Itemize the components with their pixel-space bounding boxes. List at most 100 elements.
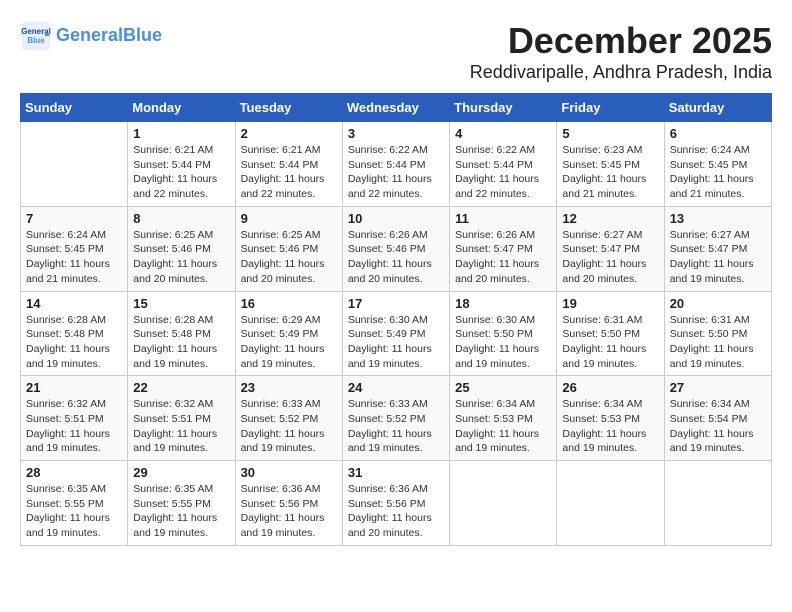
calendar-cell: 31 Sunrise: 6:36 AM Sunset: 5:56 PM Dayli… (342, 461, 449, 546)
day-info: Sunrise: 6:25 AM Sunset: 5:46 PM Dayligh… (241, 228, 337, 287)
day-info: Sunrise: 6:28 AM Sunset: 5:48 PM Dayligh… (26, 313, 122, 372)
day-info: Sunrise: 6:31 AM Sunset: 5:50 PM Dayligh… (670, 313, 766, 372)
day-number: 9 (241, 211, 337, 226)
calendar-cell: 23 Sunrise: 6:33 AM Sunset: 5:52 PM Dayli… (235, 376, 342, 461)
day-number: 11 (455, 211, 551, 226)
day-number: 15 (133, 296, 229, 311)
day-number: 23 (241, 380, 337, 395)
day-header-wednesday: Wednesday (342, 94, 449, 122)
calendar-cell (557, 461, 664, 546)
logo-line1: General (56, 25, 123, 45)
day-info: Sunrise: 6:24 AM Sunset: 5:45 PM Dayligh… (26, 228, 122, 287)
calendar-cell: 21 Sunrise: 6:32 AM Sunset: 5:51 PM Dayli… (21, 376, 128, 461)
day-info: Sunrise: 6:30 AM Sunset: 5:49 PM Dayligh… (348, 313, 444, 372)
calendar-cell: 24Sunrise: 6:33 AM Sunset: 5:52 PM Dayli… (342, 376, 449, 461)
day-info: Sunrise: 6:21 AM Sunset: 5:44 PM Dayligh… (133, 143, 229, 202)
day-header-saturday: Saturday (664, 94, 771, 122)
day-info: Sunrise: 6:29 AM Sunset: 5:49 PM Dayligh… (241, 313, 337, 372)
calendar-cell: 6Sunrise: 6:24 AM Sunset: 5:45 PM Daylig… (664, 122, 771, 207)
day-info: Sunrise: 6:28 AM Sunset: 5:48 PM Dayligh… (133, 313, 229, 372)
day-number: 20 (670, 296, 766, 311)
day-number: 27 (670, 380, 766, 395)
calendar-cell: 30 Sunrise: 6:36 AM Sunset: 5:56 PM Dayli… (235, 461, 342, 546)
calendar-week-row: 28Sunrise: 6:35 AM Sunset: 5:55 PM Dayli… (21, 461, 772, 546)
calendar-header-row: SundayMondayTuesdayWednesdayThursdayFrid… (21, 94, 772, 122)
day-number: 31 (348, 465, 444, 480)
calendar-cell: 9 Sunrise: 6:25 AM Sunset: 5:46 PM Daylig… (235, 206, 342, 291)
day-number: 2 (241, 126, 337, 141)
day-number: 10 (348, 211, 444, 226)
day-number: 25 (455, 380, 551, 395)
day-number: 5 (562, 126, 658, 141)
day-info: Sunrise: 6:32 AM Sunset: 5:51 PM Dayligh… (133, 397, 229, 456)
calendar: SundayMondayTuesdayWednesdayThursdayFrid… (20, 93, 772, 546)
day-number: 6 (670, 126, 766, 141)
calendar-body: 1 Sunrise: 6:21 AM Sunset: 5:44 PM Daylig… (21, 122, 772, 546)
calendar-cell: 22 Sunrise: 6:32 AM Sunset: 5:51 PM Dayli… (128, 376, 235, 461)
calendar-cell: 5Sunrise: 6:23 AM Sunset: 5:45 PM Daylig… (557, 122, 664, 207)
day-header-monday: Monday (128, 94, 235, 122)
day-number: 16 (241, 296, 337, 311)
day-info: Sunrise: 6:25 AM Sunset: 5:46 PM Dayligh… (133, 228, 229, 287)
day-info: Sunrise: 6:34 AM Sunset: 5:53 PM Dayligh… (455, 397, 551, 456)
calendar-week-row: 7Sunrise: 6:24 AM Sunset: 5:45 PM Daylig… (21, 206, 772, 291)
calendar-cell (21, 122, 128, 207)
calendar-cell: 19 Sunrise: 6:31 AM Sunset: 5:50 PM Dayli… (557, 291, 664, 376)
calendar-cell: 20 Sunrise: 6:31 AM Sunset: 5:50 PM Dayli… (664, 291, 771, 376)
month-title: December 2025 (470, 20, 772, 62)
calendar-cell: 25 Sunrise: 6:34 AM Sunset: 5:53 PM Dayli… (450, 376, 557, 461)
logo-text: GeneralBlue (56, 26, 162, 46)
day-info: Sunrise: 6:36 AM Sunset: 5:56 PM Dayligh… (348, 482, 444, 541)
location-title: Reddivaripalle, Andhra Pradesh, India (470, 62, 772, 83)
calendar-cell: 12 Sunrise: 6:27 AM Sunset: 5:47 PM Dayli… (557, 206, 664, 291)
day-info: Sunrise: 6:26 AM Sunset: 5:46 PM Dayligh… (348, 228, 444, 287)
calendar-week-row: 1 Sunrise: 6:21 AM Sunset: 5:44 PM Daylig… (21, 122, 772, 207)
calendar-cell: 13 Sunrise: 6:27 AM Sunset: 5:47 PM Dayli… (664, 206, 771, 291)
day-number: 1 (133, 126, 229, 141)
day-header-sunday: Sunday (21, 94, 128, 122)
calendar-cell: 26 Sunrise: 6:34 AM Sunset: 5:53 PM Dayli… (557, 376, 664, 461)
day-info: Sunrise: 6:34 AM Sunset: 5:53 PM Dayligh… (562, 397, 658, 456)
day-info: Sunrise: 6:33 AM Sunset: 5:52 PM Dayligh… (241, 397, 337, 456)
day-info: Sunrise: 6:30 AM Sunset: 5:50 PM Dayligh… (455, 313, 551, 372)
calendar-cell: 15 Sunrise: 6:28 AM Sunset: 5:48 PM Dayli… (128, 291, 235, 376)
calendar-cell: 29Sunrise: 6:35 AM Sunset: 5:55 PM Dayli… (128, 461, 235, 546)
calendar-cell: 17Sunrise: 6:30 AM Sunset: 5:49 PM Dayli… (342, 291, 449, 376)
day-number: 21 (26, 380, 122, 395)
day-number: 13 (670, 211, 766, 226)
calendar-cell: 4Sunrise: 6:22 AM Sunset: 5:44 PM Daylig… (450, 122, 557, 207)
day-info: Sunrise: 6:27 AM Sunset: 5:47 PM Dayligh… (562, 228, 658, 287)
calendar-cell: 18 Sunrise: 6:30 AM Sunset: 5:50 PM Dayli… (450, 291, 557, 376)
day-info: Sunrise: 6:36 AM Sunset: 5:56 PM Dayligh… (241, 482, 337, 541)
day-number: 30 (241, 465, 337, 480)
day-info: Sunrise: 6:26 AM Sunset: 5:47 PM Dayligh… (455, 228, 551, 287)
calendar-week-row: 21 Sunrise: 6:32 AM Sunset: 5:51 PM Dayli… (21, 376, 772, 461)
day-header-friday: Friday (557, 94, 664, 122)
calendar-cell: 8 Sunrise: 6:25 AM Sunset: 5:46 PM Daylig… (128, 206, 235, 291)
day-info: Sunrise: 6:22 AM Sunset: 5:44 PM Dayligh… (348, 143, 444, 202)
day-info: Sunrise: 6:34 AM Sunset: 5:54 PM Dayligh… (670, 397, 766, 456)
calendar-cell: 27 Sunrise: 6:34 AM Sunset: 5:54 PM Dayli… (664, 376, 771, 461)
day-number: 12 (562, 211, 658, 226)
title-section: December 2025 Reddivaripalle, Andhra Pra… (470, 20, 772, 83)
day-number: 18 (455, 296, 551, 311)
calendar-cell: 1 Sunrise: 6:21 AM Sunset: 5:44 PM Daylig… (128, 122, 235, 207)
logo-icon: General Blue (20, 20, 52, 52)
day-header-tuesday: Tuesday (235, 94, 342, 122)
svg-text:Blue: Blue (27, 36, 45, 45)
day-info: Sunrise: 6:32 AM Sunset: 5:51 PM Dayligh… (26, 397, 122, 456)
day-info: Sunrise: 6:31 AM Sunset: 5:50 PM Dayligh… (562, 313, 658, 372)
calendar-cell: 2 Sunrise: 6:21 AM Sunset: 5:44 PM Daylig… (235, 122, 342, 207)
day-number: 26 (562, 380, 658, 395)
day-number: 4 (455, 126, 551, 141)
calendar-cell: 16 Sunrise: 6:29 AM Sunset: 5:49 PM Dayli… (235, 291, 342, 376)
day-header-thursday: Thursday (450, 94, 557, 122)
day-number: 8 (133, 211, 229, 226)
day-number: 19 (562, 296, 658, 311)
day-info: Sunrise: 6:35 AM Sunset: 5:55 PM Dayligh… (133, 482, 229, 541)
calendar-cell: 7Sunrise: 6:24 AM Sunset: 5:45 PM Daylig… (21, 206, 128, 291)
day-info: Sunrise: 6:27 AM Sunset: 5:47 PM Dayligh… (670, 228, 766, 287)
calendar-cell: 10 Sunrise: 6:26 AM Sunset: 5:46 PM Dayli… (342, 206, 449, 291)
day-info: Sunrise: 6:21 AM Sunset: 5:44 PM Dayligh… (241, 143, 337, 202)
day-number: 22 (133, 380, 229, 395)
